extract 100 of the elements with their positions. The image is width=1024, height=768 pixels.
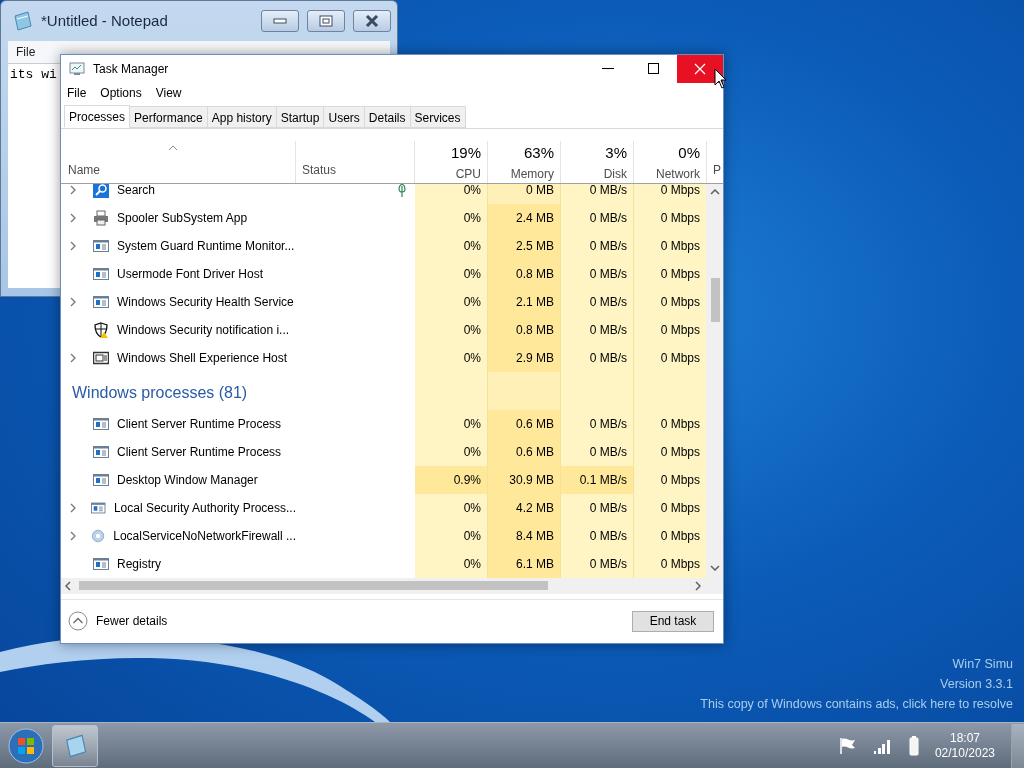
process-name[interactable]: Windows Security notification i... (117, 320, 290, 339)
close-button[interactable] (677, 55, 723, 83)
monitor-icon (69, 62, 85, 76)
table-cell: 0 Mbps (634, 259, 707, 288)
table-cell: 0 MB/s (561, 231, 634, 260)
horizontal-scrollbar[interactable] (61, 577, 705, 594)
fewer-details-link[interactable]: Fewer details (96, 612, 632, 631)
table-cell: 0 MB/s (561, 409, 634, 438)
table-cell: 0 Mbps (634, 343, 707, 372)
table-cell: 0% (415, 259, 488, 288)
window-icon (93, 293, 109, 310)
window-title: *Untitled - Notepad (41, 10, 169, 31)
table-cell: 0 Mbps (634, 203, 707, 232)
table-cell: 0 Mbps (634, 231, 707, 260)
group-header: Windows processes (81) (72, 382, 248, 403)
tab[interactable]: App history (206, 105, 277, 128)
table-cell: 0 MB (488, 183, 561, 204)
process-name[interactable]: Windows Security Health Service (117, 292, 294, 311)
process-name[interactable]: Registry (117, 554, 161, 573)
table-cell: 0 MB/s (561, 203, 634, 232)
scroll-right-icon[interactable] (695, 580, 701, 591)
tab[interactable]: Startup (275, 105, 325, 128)
table-cell: 0 Mbps (634, 521, 707, 550)
window-icon (93, 443, 109, 460)
table-cell: 2.9 MB (488, 343, 561, 372)
table-cell: 0 MB/s (561, 343, 634, 372)
tab[interactable]: Services (409, 105, 466, 128)
menu-item[interactable]: View (155, 83, 182, 102)
end-task-button[interactable]: End task (632, 610, 714, 632)
table-cell: 0% (415, 521, 488, 550)
signal-icon[interactable] (872, 737, 893, 754)
close-button[interactable] (353, 10, 391, 32)
collapse-icon[interactable] (68, 611, 88, 632)
process-name[interactable]: Search (117, 183, 156, 199)
menu-item[interactable]: Options (100, 83, 142, 102)
column-header[interactable]: CPU (415, 164, 481, 183)
flag-icon[interactable] (838, 736, 857, 755)
window-icon (91, 499, 106, 516)
table-cell: 2.5 MB (488, 231, 561, 260)
table-cell: 0.6 MB (488, 409, 561, 438)
printer-icon (93, 209, 109, 226)
battery-icon[interactable] (908, 735, 919, 756)
table-cell: 0 MB/s (561, 315, 634, 344)
window-icon (93, 265, 109, 282)
process-name[interactable]: Client Server Runtime Process (117, 414, 282, 433)
start-orb-icon[interactable] (8, 727, 44, 764)
column-header[interactable]: Memory (488, 164, 554, 183)
scroll-down-icon[interactable] (710, 564, 721, 571)
column-header[interactable]: Name (68, 160, 100, 179)
notepad-icon (11, 10, 33, 32)
table-cell: 0.9% (415, 465, 488, 494)
table-cell: 0.6 MB (488, 437, 561, 466)
table-cell: 0 MB/s (561, 183, 634, 204)
table-cell: 0% (415, 549, 488, 578)
menu-item[interactable]: File (67, 83, 87, 102)
scroll-left-icon[interactable] (65, 580, 71, 591)
tab[interactable]: Performance (129, 105, 208, 128)
process-name[interactable]: Desktop Window Manager (117, 470, 258, 489)
tab[interactable]: Processes (64, 104, 131, 128)
table-cell: 0 Mbps (634, 287, 707, 316)
window-icon (93, 415, 109, 432)
table-cell: 0.1 MB/s (561, 465, 634, 494)
process-name[interactable]: Spooler SubSystem App (117, 208, 248, 227)
process-name[interactable]: Client Server Runtime Process (117, 442, 282, 461)
column-header[interactable]: P (713, 160, 721, 179)
notepad-taskbar-button[interactable] (52, 724, 98, 767)
table-cell: 0 Mbps (634, 183, 707, 204)
table-cell: 0.8 MB (488, 259, 561, 288)
column-header[interactable]: Network (634, 164, 700, 183)
menu-item[interactable]: File (16, 43, 36, 61)
process-name[interactable]: Windows Shell Experience Host (117, 348, 288, 367)
table-cell: 0% (415, 315, 488, 344)
tab[interactable]: Users (323, 105, 365, 128)
table-cell: 4.2 MB (488, 493, 561, 522)
tab[interactable]: Details (363, 105, 411, 128)
process-name[interactable]: Usermode Font Driver Host (117, 264, 264, 283)
process-name[interactable]: System Guard Runtime Monitor... (117, 236, 295, 255)
maximize-icon (319, 15, 333, 27)
table-cell: 0 Mbps (634, 465, 707, 494)
process-name[interactable]: LocalServiceNoNetworkFirewall ... (113, 526, 296, 545)
table-cell: 0 MB/s (561, 259, 634, 288)
table-cell: 0% (415, 409, 488, 438)
scrollbar-thumb[interactable] (79, 581, 548, 591)
window-icon (93, 555, 109, 572)
scroll-up-icon[interactable] (710, 188, 721, 195)
table-cell: 0% (415, 231, 488, 260)
desktop-notice: Version 3.3.1 (939, 676, 1013, 693)
clock-date[interactable]: 02/10/2023 (934, 745, 995, 761)
process-name[interactable]: Local Security Authority Process... (113, 498, 296, 517)
minimize-button[interactable] (261, 10, 299, 32)
desktop-notice: Win7 Simu (951, 656, 1013, 673)
table-cell: 0% (415, 493, 488, 522)
table-cell: 0 Mbps (634, 493, 707, 522)
vertical-scrollbar[interactable] (706, 183, 723, 578)
table-cell: 2.4 MB (488, 203, 561, 232)
window-icon (93, 237, 109, 254)
table-cell: 0 MB/s (561, 437, 634, 466)
scrollbar-thumb[interactable] (711, 277, 721, 322)
column-header[interactable]: Status (302, 160, 337, 179)
column-header[interactable]: Disk (561, 164, 627, 183)
